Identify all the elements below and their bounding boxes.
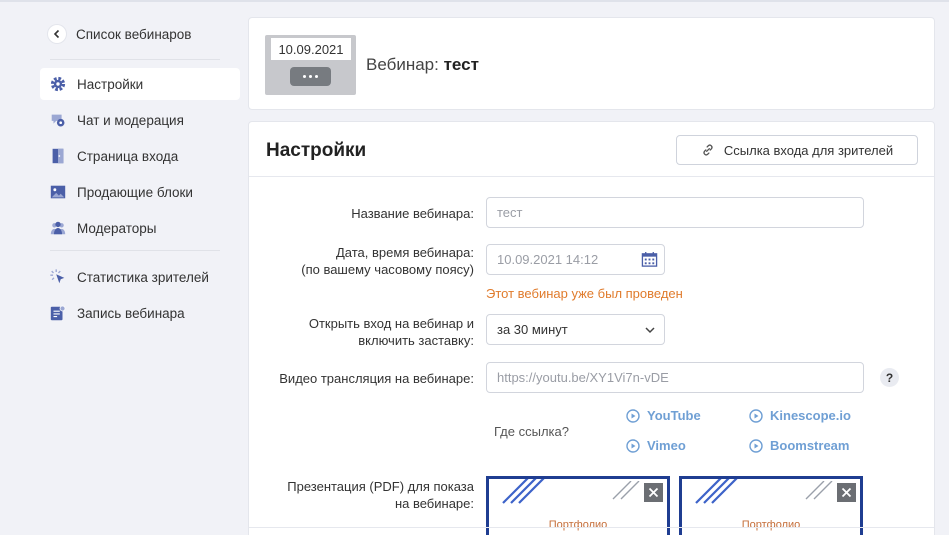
slide-text: Портфолио xyxy=(741,519,801,531)
video-label: Видео трансляция на вебинаре: xyxy=(279,371,474,386)
open-label-line1: Открыть вход на вебинар и xyxy=(308,316,474,331)
date-time-value: 10.09.2021 14:12 xyxy=(497,252,599,267)
sidebar-item-entry-page[interactable]: Страница входа xyxy=(40,140,240,172)
open-entry-value: за 30 минут xyxy=(497,322,568,337)
date-label-line1: Дата, время вебинара: xyxy=(336,245,474,260)
page-title: Вебинар: тест xyxy=(366,55,479,75)
webinar-name-value: тест xyxy=(497,205,523,220)
service-label: YouTube xyxy=(647,408,701,423)
webinar-name-label: Название вебинара: xyxy=(351,206,474,221)
date-time-input[interactable]: 10.09.2021 14:12 xyxy=(486,244,665,275)
sidebar: Список вебинаров Настройки Чат и модерац… xyxy=(40,18,240,329)
play-circle-icon xyxy=(749,408,763,423)
title-prefix: Вебинар: xyxy=(366,55,439,74)
play-circle-icon xyxy=(626,408,640,423)
video-url-input[interactable]: https://youtu.be/XY1Vi7n-vDE xyxy=(486,362,864,393)
service-link-vimeo[interactable]: Vimeo xyxy=(626,438,686,453)
chat-moderation-icon xyxy=(48,110,68,130)
close-icon[interactable] xyxy=(837,483,856,502)
settings-card: Настройки Ссылка входа для зрителей Назв… xyxy=(248,121,935,535)
sidebar-item-chat[interactable]: Чат и модерация xyxy=(40,104,240,136)
where-link-label: Где ссылка? xyxy=(494,424,569,439)
viewer-link-label: Ссылка входа для зрителей xyxy=(723,142,894,158)
settings-card-header: Настройки Ссылка входа для зрителей xyxy=(249,122,934,177)
statistics-cursor-icon xyxy=(48,267,68,287)
sidebar-item-label: Статистика зрителей xyxy=(77,269,209,285)
sidebar-item-label: Страница входа xyxy=(77,148,179,164)
gear-icon xyxy=(48,74,68,94)
sidebar-item-statistics[interactable]: Статистика зрителей xyxy=(40,261,240,293)
webinar-header-card: 10.09.2021 Вебинар: тест xyxy=(248,17,935,110)
top-divider xyxy=(0,0,949,2)
open-label-line2: включить заставку: xyxy=(358,333,474,348)
slide-decoration xyxy=(612,481,640,500)
presentation-label-line1: Презентация (PDF) для показа xyxy=(287,479,474,494)
service-label: Boomstream xyxy=(770,438,850,453)
calendar-icon[interactable] xyxy=(641,251,658,268)
sidebar-item-label: Настройки xyxy=(77,76,144,92)
sidebar-item-sales-blocks[interactable]: Продающие блоки xyxy=(40,176,240,208)
webinar-thumbnail: 10.09.2021 xyxy=(265,35,356,95)
service-link-boomstream[interactable]: Boomstream xyxy=(749,438,849,453)
slide-text: Портфолио xyxy=(548,519,608,531)
settings-title: Настройки xyxy=(266,140,367,161)
date-label: Дата, время вебинара: (по вашему часовом… xyxy=(301,244,474,278)
card-bottom-divider xyxy=(249,527,934,528)
chevron-left-icon xyxy=(48,25,66,43)
sidebar-divider xyxy=(50,250,220,251)
sidebar-item-label: Модераторы xyxy=(77,220,157,236)
open-entry-select[interactable]: за 30 минут xyxy=(486,314,665,345)
sidebar-item-moderators[interactable]: Модераторы xyxy=(40,212,240,244)
sidebar-divider xyxy=(50,59,220,60)
slide-decoration xyxy=(502,479,545,504)
chevron-down-icon xyxy=(645,327,655,334)
webinar-name: тест xyxy=(443,55,479,74)
date-warning: Этот вебинар уже был проведен xyxy=(486,286,683,301)
recording-icon xyxy=(48,303,68,323)
sidebar-item-label: Запись вебинара xyxy=(77,305,185,321)
link-icon xyxy=(703,144,713,156)
date-label-line2: (по вашему часовому поясу) xyxy=(301,262,474,277)
play-circle-icon xyxy=(626,438,640,453)
video-url-placeholder: https://youtu.be/XY1Vi7n-vDE xyxy=(497,370,669,385)
thumbnail-date: 10.09.2021 xyxy=(271,38,351,60)
video-help-icon[interactable]: ? xyxy=(880,368,899,387)
back-to-webinars-link[interactable]: Список вебинаров xyxy=(40,18,240,50)
entry-page-icon xyxy=(48,146,68,166)
sidebar-item-label: Продающие блоки xyxy=(77,184,193,200)
service-link-youtube[interactable]: YouTube xyxy=(626,408,701,423)
moderators-icon xyxy=(48,218,68,238)
webinar-name-input[interactable]: тест xyxy=(486,197,864,228)
sidebar-item-settings[interactable]: Настройки xyxy=(40,68,240,100)
sidebar-item-label: Чат и модерация xyxy=(77,112,184,128)
back-link-label: Список вебинаров xyxy=(76,26,192,42)
service-label: Vimeo xyxy=(647,438,686,453)
presentation-label: Презентация (PDF) для показа на вебинаре… xyxy=(287,478,474,512)
viewer-link-button[interactable]: Ссылка входа для зрителей xyxy=(676,135,918,165)
play-circle-icon xyxy=(749,438,763,453)
open-entry-label: Открыть вход на вебинар и включить заста… xyxy=(309,315,474,349)
slide-decoration xyxy=(805,481,833,500)
sidebar-item-recording[interactable]: Запись вебинара xyxy=(40,297,240,329)
presentation-label-line2: на вебинаре: xyxy=(394,496,474,511)
service-link-kinescope[interactable]: Kinescope.io xyxy=(749,408,851,423)
service-label: Kinescope.io xyxy=(770,408,851,423)
close-icon[interactable] xyxy=(644,483,663,502)
slide-decoration xyxy=(695,479,738,504)
chat-bubble-icon xyxy=(290,67,331,86)
image-block-icon xyxy=(48,182,68,202)
